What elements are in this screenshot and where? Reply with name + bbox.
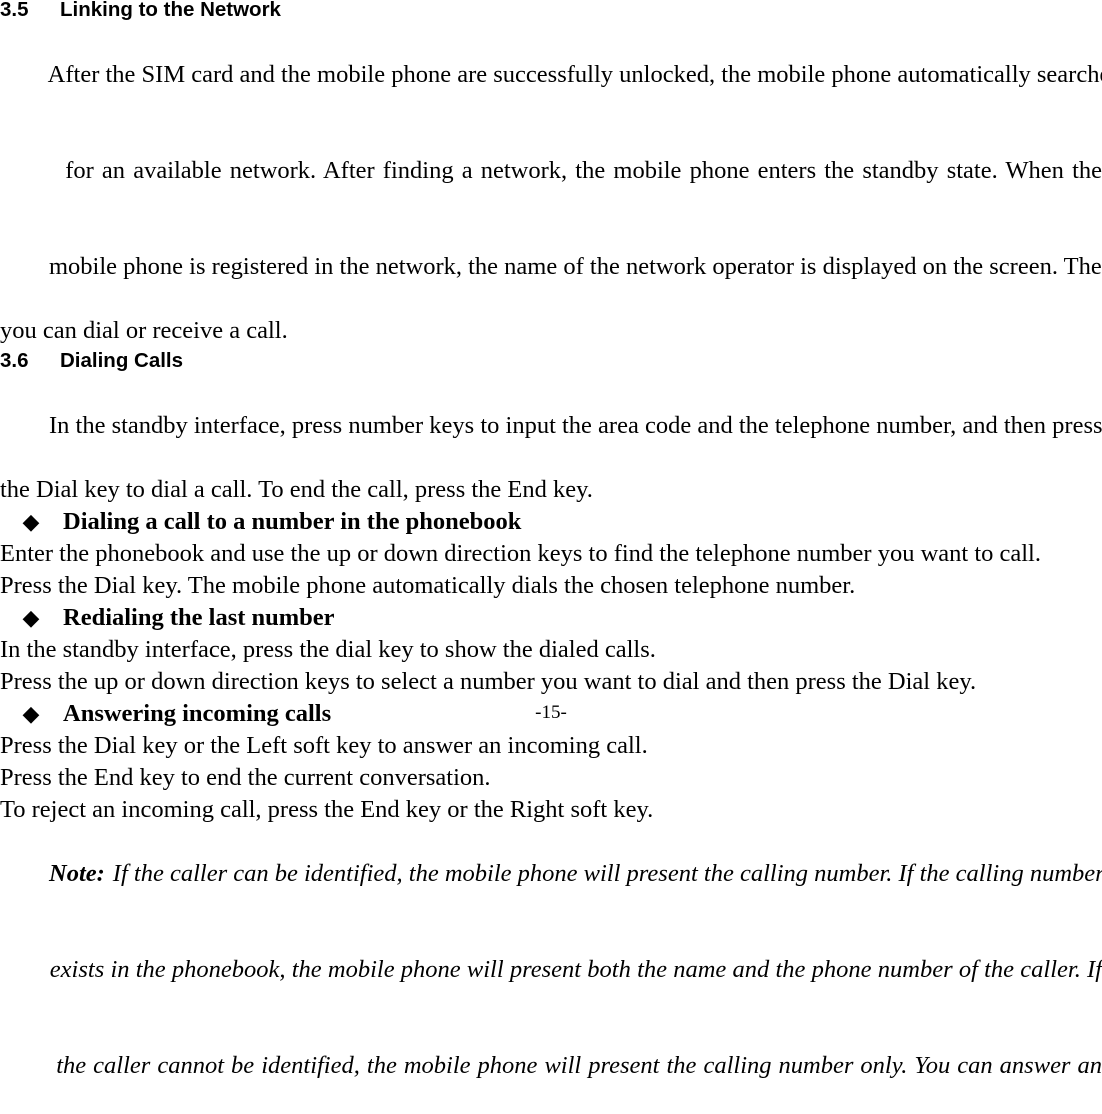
bullet-label: Redialing the last number bbox=[63, 604, 335, 631]
line-text: After the SIM card and the mobile phone … bbox=[47, 61, 1102, 88]
note-line: Note: If the caller can be identified, th… bbox=[0, 826, 1102, 922]
section-number: 3.5 bbox=[0, 0, 29, 21]
note-line-text: If the caller can be identified, the mob… bbox=[112, 860, 1102, 887]
note-line: exists in the phonebook, the mobile phon… bbox=[0, 922, 1102, 1018]
paragraph-line: After the SIM card and the mobile phone … bbox=[0, 27, 1102, 123]
bullet-item-dialing-a-call: ◆ Dialing a call to a number in the phon… bbox=[0, 506, 1102, 538]
bullet-body-line: Press the Dial key. The mobile phone aut… bbox=[0, 572, 856, 599]
bullet-label: Dialing a call to a number in the phoneb… bbox=[63, 508, 522, 535]
bullet-body-line: Press the up or down direction keys to s… bbox=[0, 668, 977, 695]
paragraph-line: the Dial key to dial a call. To end the … bbox=[0, 476, 593, 503]
diamond-bullet-icon: ◆ bbox=[22, 605, 40, 630]
bullet-body-line: Enter the phonebook and use the up or do… bbox=[0, 540, 1041, 567]
line-text: for an available network. After finding … bbox=[65, 157, 1102, 184]
section-heading-3-6: 3.6 Dialing Calls bbox=[0, 350, 1102, 372]
note-label: Note: bbox=[49, 860, 105, 887]
paragraph-line: you can dial or receive a call. bbox=[0, 317, 288, 344]
bullet-body-line: Press the Dial key or the Left soft key … bbox=[0, 732, 648, 759]
page-footer: -15- bbox=[535, 702, 567, 723]
note-line-text: exists in the phonebook, the mobile phon… bbox=[49, 956, 1102, 983]
paragraph-line: for an available network. After finding … bbox=[0, 123, 1102, 219]
bullet-item-redialing: ◆ Redialing the last number bbox=[0, 602, 1102, 634]
note-paragraph: Note: If the caller can be identified, th… bbox=[0, 826, 1102, 1114]
page-content: 3.5 Linking to the Network After the SIM … bbox=[0, 0, 1102, 1114]
bullet-body-line: To reject an incoming call, press the En… bbox=[0, 796, 654, 823]
line-text: In the standby interface, press number k… bbox=[49, 412, 1102, 439]
document-page: 3.5 Linking to the Network After the SIM … bbox=[0, 0, 1102, 1079]
paragraph-line: mobile phone is registered in the networ… bbox=[0, 219, 1102, 315]
section-heading-3-5: 3.5 Linking to the Network bbox=[0, 0, 1102, 21]
bullet-body-line: In the standby interface, press the dial… bbox=[0, 636, 656, 663]
paragraph-line: In the standby interface, press number k… bbox=[0, 378, 1102, 474]
diamond-bullet-icon: ◆ bbox=[22, 509, 40, 534]
line-text: mobile phone is registered in the networ… bbox=[49, 253, 1102, 280]
section-3-6-paragraph: In the standby interface, press number k… bbox=[0, 378, 1102, 506]
section-title: Linking to the Network bbox=[60, 0, 281, 21]
note-line-text: the caller cannot be identified, the mob… bbox=[56, 1052, 1102, 1079]
section-number: 3.6 bbox=[0, 349, 29, 372]
section-title: Dialing Calls bbox=[60, 349, 184, 372]
note-line: the caller cannot be identified, the mob… bbox=[0, 1018, 1102, 1114]
bullet-body-line: Press the End key to end the current con… bbox=[0, 764, 491, 791]
section-3-5-paragraph: After the SIM card and the mobile phone … bbox=[0, 27, 1102, 347]
